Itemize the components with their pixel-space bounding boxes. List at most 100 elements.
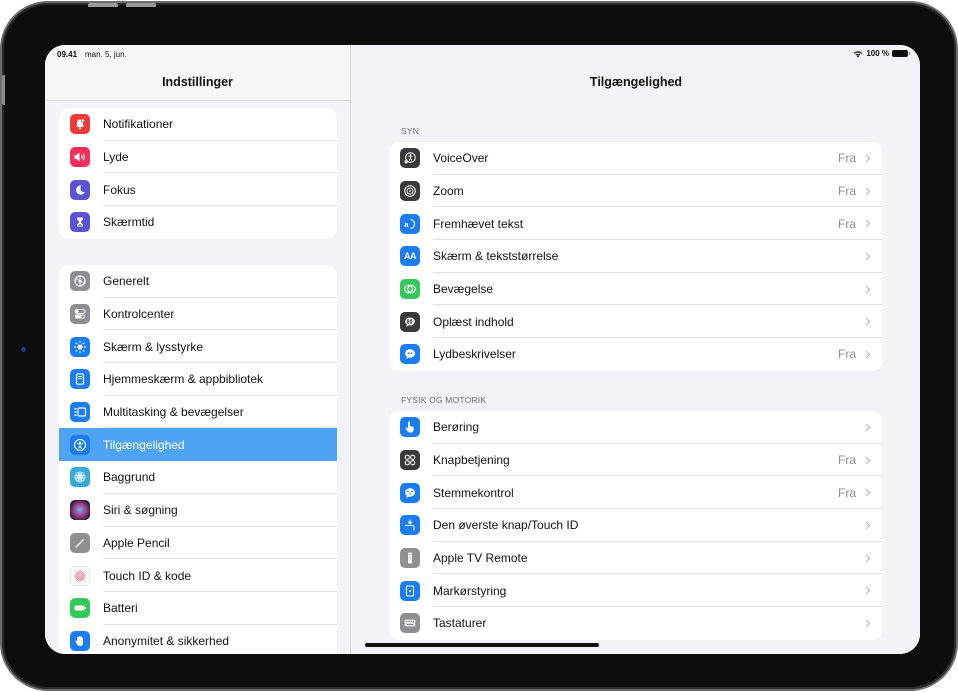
chevron-right-icon bbox=[865, 586, 871, 595]
row-label: VoiceOver bbox=[433, 151, 489, 166]
row-apple-tv-remote[interactable]: Apple TV Remote bbox=[389, 542, 882, 575]
sidebar-item-skaermtid[interactable]: Skærmtid bbox=[59, 206, 337, 239]
chevron-right-icon bbox=[865, 187, 871, 196]
sidebar-item-lyde[interactable]: Lyde bbox=[59, 141, 337, 174]
sidebar-item-label: Kontrolcenter bbox=[103, 307, 175, 322]
sidebar-item-label: Fokus bbox=[103, 182, 136, 197]
bell-icon bbox=[70, 114, 90, 135]
motion-icon bbox=[400, 279, 420, 300]
row-value: Fra bbox=[838, 216, 856, 231]
keyboard-icon bbox=[400, 613, 420, 634]
front-camera bbox=[21, 347, 26, 352]
row-label: Apple TV Remote bbox=[433, 551, 528, 566]
sidebar-item-baggrund[interactable]: Baggrund bbox=[59, 461, 337, 494]
row-label: Stemmekontrol bbox=[433, 485, 514, 500]
chevron-right-icon bbox=[865, 488, 871, 497]
wifi-icon bbox=[854, 50, 863, 57]
voiceover-icon bbox=[400, 148, 420, 169]
row-lydbeskrivelser[interactable]: Lydbeskrivelser Fra bbox=[389, 338, 882, 371]
sidebar-item-batteri[interactable]: Batteri bbox=[59, 592, 337, 625]
chevron-right-icon bbox=[865, 456, 871, 465]
sidebar-item-label: Touch ID & kode bbox=[103, 568, 192, 583]
sidebar-item-generelt[interactable]: Generelt bbox=[59, 265, 337, 298]
sidebar-item-label: Skærm & lysstyrke bbox=[103, 339, 204, 354]
section-syn: VoiceOver Fra Zoom Fra a Fremhævet tekst… bbox=[389, 142, 882, 371]
accessibility-icon bbox=[70, 434, 90, 455]
row-label: Berøring bbox=[433, 420, 480, 435]
sidebar-item-label: Anonymitet & sikkerhed bbox=[103, 633, 230, 648]
sidebar-item-kontrolcenter[interactable]: Kontrolcenter bbox=[59, 298, 337, 331]
row-bevaegelse[interactable]: Bevægelse bbox=[389, 273, 882, 306]
pointer-control-icon bbox=[400, 580, 420, 601]
row-label: Zoom bbox=[433, 184, 464, 199]
row-knapbetjening[interactable]: Knapbetjening Fra bbox=[389, 444, 882, 477]
battery-percentage: 100 % bbox=[866, 49, 889, 58]
sidebar-item-skaerm-lysstyrke[interactable]: Skærm & lysstyrke bbox=[59, 330, 337, 363]
row-zoom[interactable]: Zoom Fra bbox=[389, 175, 882, 208]
row-tastaturer[interactable]: Tastaturer bbox=[389, 607, 882, 640]
speaker-icon bbox=[70, 147, 90, 168]
multitasking-icon bbox=[70, 402, 90, 423]
hourglass-icon bbox=[70, 212, 90, 233]
sidebar-item-touch-id-kode[interactable]: Touch ID & kode bbox=[59, 559, 337, 592]
page-title: Tilgængelighed bbox=[589, 75, 683, 89]
row-oplaest-indhold[interactable]: 80 Oplæst indhold bbox=[389, 305, 882, 338]
sidebar-item-label: Multitasking & bevægelser bbox=[103, 405, 244, 420]
sidebar: Indstillinger Notifikationer Lyde Fokus … bbox=[45, 45, 351, 654]
sidebar-item-label: Skærmtid bbox=[103, 215, 155, 230]
text-size-icon: AA bbox=[400, 246, 420, 267]
row-value: Fra bbox=[838, 453, 856, 468]
hand-icon bbox=[70, 630, 90, 651]
row-stemmekontrol[interactable]: Stemmekontrol Fra bbox=[389, 476, 882, 509]
row-value: Fra bbox=[838, 485, 856, 500]
row-label: Den øverste knap/Touch ID bbox=[433, 518, 579, 533]
row-markoerstyring[interactable]: Markørstyring bbox=[389, 574, 882, 607]
row-value: Fra bbox=[838, 151, 856, 166]
row-skaerm-tekststoerrelse[interactable]: AA Skærm & tekststørrelse bbox=[389, 240, 882, 273]
status-bar: 09.41 man. 5. jun. 100 % bbox=[45, 45, 920, 63]
chevron-right-icon bbox=[865, 554, 871, 563]
battery-icon bbox=[70, 598, 90, 619]
sidebar-item-anonymitet-sikkerhed[interactable]: Anonymitet & sikkerhed bbox=[59, 625, 337, 654]
row-label: Skærm & tekststørrelse bbox=[433, 249, 559, 264]
detail-pane: Tilgængelighed SYN VoiceOver Fra Zoom Fr… bbox=[352, 45, 920, 654]
hover-text-icon: a bbox=[400, 213, 420, 234]
home-indicator[interactable] bbox=[365, 643, 599, 647]
sidebar-item-label: Tilgængelighed bbox=[103, 437, 185, 452]
sidebar-item-label: Apple Pencil bbox=[103, 535, 170, 550]
sidebar-title: Indstillinger bbox=[162, 75, 233, 89]
row-value: Fra bbox=[838, 347, 856, 362]
section-header-fysik-og-motorik: FYSIK OG MOTORIK bbox=[401, 395, 487, 405]
sidebar-item-hjemmeskaerm[interactable]: Hjemmeskærm & appbibliotek bbox=[59, 363, 337, 396]
chevron-right-icon bbox=[865, 423, 871, 432]
sidebar-item-tilgaengelighed[interactable]: Tilgængelighed bbox=[59, 428, 337, 462]
sun-icon bbox=[70, 336, 90, 357]
volume-down-button bbox=[126, 3, 156, 7]
top-button-icon bbox=[400, 515, 420, 536]
spoken-content-icon: 80 bbox=[400, 311, 420, 332]
sidebar-item-apple-pencil[interactable]: Apple Pencil bbox=[59, 527, 337, 560]
row-fremhaevet-tekst[interactable]: a Fremhævet tekst Fra bbox=[389, 207, 882, 240]
chevron-right-icon bbox=[865, 619, 871, 628]
row-beroering[interactable]: Berøring bbox=[389, 411, 882, 444]
sidebar-item-label: Baggrund bbox=[103, 470, 156, 485]
status-date: man. 5. jun. bbox=[85, 50, 127, 59]
row-den-oeverste-knap[interactable]: Den øverste knap/Touch ID bbox=[389, 509, 882, 542]
sidebar-item-multitasking[interactable]: Multitasking & bevægelser bbox=[59, 396, 337, 429]
home-screen-icon bbox=[70, 369, 90, 390]
status-time: 09.41 bbox=[57, 50, 78, 59]
sidebar-item-fokus[interactable]: Fokus bbox=[59, 173, 337, 206]
chevron-right-icon bbox=[865, 521, 871, 530]
svg-text:a: a bbox=[404, 220, 409, 229]
sidebar-item-siri-soegning[interactable]: Siri & søgning bbox=[59, 494, 337, 527]
gear-icon bbox=[70, 271, 90, 292]
chevron-right-icon bbox=[865, 350, 871, 359]
volume-up-button bbox=[88, 3, 118, 7]
pencil-icon bbox=[70, 532, 90, 553]
fingerprint-icon bbox=[70, 565, 90, 586]
sidebar-item-notifikationer[interactable]: Notifikationer bbox=[59, 108, 337, 141]
row-voiceover[interactable]: VoiceOver Fra bbox=[389, 142, 882, 175]
row-label: Lydbeskrivelser bbox=[433, 347, 516, 362]
sidebar-item-label: Batteri bbox=[103, 601, 138, 616]
sidebar-group-1: Notifikationer Lyde Fokus Skærmtid bbox=[59, 108, 337, 239]
